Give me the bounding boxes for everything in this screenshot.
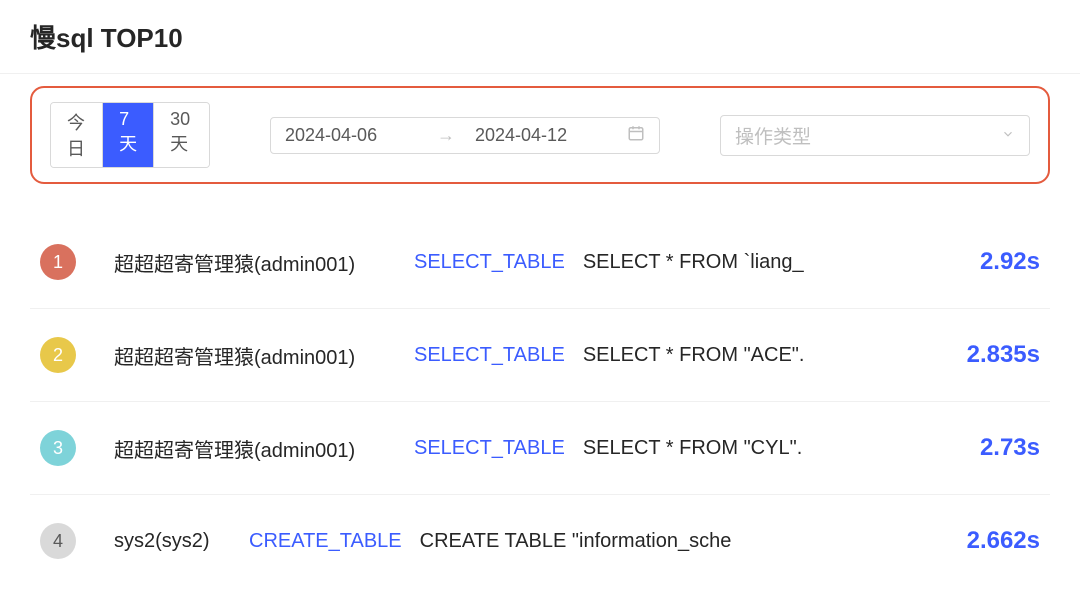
filter-bar: 今日 7 天 30 天 2024-04-06 → 2024-04-12 操作类型 <box>30 86 1050 184</box>
time-range-segments: 今日 7 天 30 天 <box>50 102 210 168</box>
slow-sql-list: 1 超超超寄管理猿(admin001) SELECT_TABLE SELECT … <box>30 216 1050 587</box>
sql-text: SELECT * FROM "ACE". <box>583 344 947 367</box>
page-title: 慢sql TOP10 <box>30 18 1050 55</box>
divider <box>0 73 1080 74</box>
user-label: 超超超寄管理猿(admin001) <box>114 248 404 277</box>
user-label: sys2(sys2) <box>114 530 239 553</box>
operation-type: SELECT_TABLE <box>414 437 565 460</box>
operation-type: SELECT_TABLE <box>414 344 565 367</box>
sql-text: SELECT * FROM `liang_ <box>583 251 960 274</box>
date-start: 2024-04-06 <box>285 125 417 146</box>
list-item: 3 超超超寄管理猿(admin001) SELECT_TABLE SELECT … <box>30 402 1050 495</box>
operation-type-select[interactable]: 操作类型 <box>720 115 1030 156</box>
calendar-icon <box>627 124 645 147</box>
select-placeholder: 操作类型 <box>735 122 811 149</box>
user-label: 超超超寄管理猿(admin001) <box>114 341 404 370</box>
rank-badge: 1 <box>40 244 76 280</box>
date-end: 2024-04-12 <box>475 125 607 146</box>
segment-7days[interactable]: 7 天 <box>103 103 154 167</box>
date-range-picker[interactable]: 2024-04-06 → 2024-04-12 <box>270 117 660 154</box>
sql-text: CREATE TABLE "information_sche <box>420 530 947 553</box>
duration: 2.73s <box>960 434 1040 462</box>
rank-badge: 4 <box>40 523 76 559</box>
duration: 2.92s <box>960 248 1040 276</box>
list-item: 4 sys2(sys2) CREATE_TABLE CREATE TABLE "… <box>30 495 1050 587</box>
duration: 2.835s <box>947 341 1040 369</box>
rank-badge: 3 <box>40 430 76 466</box>
sql-text: SELECT * FROM "CYL". <box>583 437 960 460</box>
segment-30days[interactable]: 30 天 <box>154 103 209 167</box>
segment-today[interactable]: 今日 <box>51 103 103 167</box>
list-item: 2 超超超寄管理猿(admin001) SELECT_TABLE SELECT … <box>30 309 1050 402</box>
user-label: 超超超寄管理猿(admin001) <box>114 434 404 463</box>
duration: 2.662s <box>947 527 1040 555</box>
arrow-right-icon: → <box>437 125 455 146</box>
rank-badge: 2 <box>40 337 76 373</box>
operation-type: CREATE_TABLE <box>249 530 402 553</box>
list-item: 1 超超超寄管理猿(admin001) SELECT_TABLE SELECT … <box>30 216 1050 309</box>
chevron-down-icon <box>1001 127 1015 144</box>
operation-type: SELECT_TABLE <box>414 251 565 274</box>
